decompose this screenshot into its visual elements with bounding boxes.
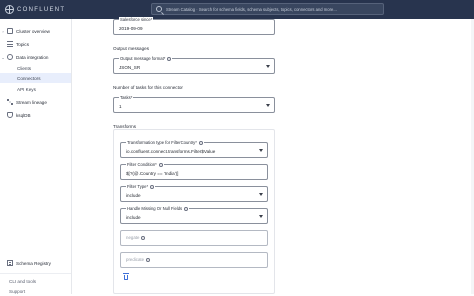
filter-condition-value: $[?(@.Country == 'India')]	[126, 171, 179, 176]
sidebar-item-label: Data integration	[16, 54, 49, 60]
sidebar-item-label: Support	[9, 288, 26, 294]
tasks-label: Tasks*	[119, 95, 134, 100]
output-format-label: Output message format*	[119, 56, 173, 61]
tasks-value: 1	[119, 104, 122, 109]
confluent-logo[interactable]: CONFLUENT	[5, 5, 65, 14]
negate-field[interactable]: negate	[120, 230, 268, 246]
search-input[interactable]: Stream Catalog · Search for schema field…	[151, 3, 384, 15]
help-icon[interactable]	[184, 206, 189, 211]
sidebar-item-ksqldb[interactable]: ksqlDB	[0, 110, 71, 120]
chevron-down-icon	[259, 215, 263, 218]
sidebar-item-cli-tools[interactable]: CLI and tools	[0, 276, 71, 286]
filter-type-label: Filter Type*	[126, 184, 156, 189]
transformation-type-select[interactable]: Transformation type for FilterCountry* i…	[120, 140, 268, 158]
sidebar-item-label: Cluster overview	[16, 28, 50, 34]
sidebar-item-label: Clients	[17, 65, 32, 71]
sidebar-item-connectors[interactable]: Connectors	[0, 73, 71, 83]
sidebar-item-support[interactable]: Support	[0, 286, 71, 296]
help-icon[interactable]	[158, 162, 163, 167]
trash-icon[interactable]	[123, 273, 129, 280]
sidebar-divider	[0, 273, 71, 274]
filter-condition-field[interactable]: Filter Condition* $[?(@.Country == 'Indi…	[120, 162, 268, 180]
sidebar-item-topics[interactable]: Topics	[0, 39, 71, 49]
lineage-icon	[7, 99, 13, 105]
ksqldb-icon	[7, 112, 13, 118]
search-placeholder: Stream Catalog · Search for schema field…	[166, 6, 337, 12]
transformation-type-value: io.confluent.connect.transforms.Filter$V…	[126, 149, 216, 154]
chevron-down-icon	[266, 65, 270, 68]
filter-type-value: include	[126, 193, 141, 198]
sidebar-item-clients[interactable]: Clients	[0, 63, 71, 73]
sidebar-item-label: API Keys	[17, 86, 36, 92]
sidebar-item-api-keys[interactable]: API Keys	[0, 84, 71, 94]
sidebar-item-label: ksqlDB	[16, 112, 31, 118]
search-icon	[156, 6, 162, 12]
sidebar-item-label: Schema Registry	[16, 260, 51, 266]
chevron-down-icon	[266, 104, 270, 107]
tasks-select[interactable]: Tasks* 1	[113, 95, 275, 113]
logo-text: CONFLUENT	[17, 6, 66, 13]
help-icon[interactable]	[198, 140, 203, 145]
sidebar-item-schema-registry[interactable]: Schema Registry	[0, 258, 71, 268]
handle-missing-value: include	[126, 215, 141, 220]
help-icon[interactable]	[167, 56, 172, 61]
filter-type-select[interactable]: Filter Type* include	[120, 184, 268, 202]
chevron-down-icon	[259, 193, 263, 196]
confluent-logo-icon	[5, 5, 14, 14]
handle-missing-label: Handle Missing Or Null Fields	[126, 206, 190, 211]
top-bar: CONFLUENT Stream Catalog · Search for sc…	[0, 0, 474, 19]
handle-missing-select[interactable]: Handle Missing Or Null Fields include	[120, 206, 268, 224]
output-messages-heading: Output messages	[113, 46, 150, 51]
output-format-select[interactable]: Output message format* JSON_SR	[113, 56, 275, 74]
salesforce-since-value: 2019-09-09	[119, 26, 143, 31]
help-icon[interactable]	[150, 184, 155, 189]
tasks-heading: Number of tasks for this connector	[113, 85, 183, 90]
schema-registry-icon	[7, 260, 13, 266]
sidebar-item-cluster-overview[interactable]: › Cluster overview	[0, 26, 71, 36]
sidebar-item-label: Stream lineage	[16, 99, 47, 105]
integration-icon	[7, 54, 13, 60]
negate-placeholder: negate	[126, 235, 146, 240]
transformation-type-label: Transformation type for FilterCountry*	[126, 140, 204, 145]
chevron-right-icon: ›	[2, 28, 4, 34]
salesforce-since-field[interactable]: Salesforce since* 2019-09-09	[113, 17, 275, 35]
sidebar: › Cluster overview Topics ⌄ Data integra…	[0, 19, 72, 294]
output-format-value: JSON_SR	[119, 65, 141, 70]
help-icon[interactable]	[146, 257, 151, 262]
help-icon[interactable]	[141, 235, 146, 240]
predicate-field[interactable]: predicate	[120, 252, 268, 268]
sidebar-item-label: Topics	[16, 41, 30, 47]
sidebar-item-stream-lineage[interactable]: Stream lineage	[0, 97, 71, 107]
topics-icon	[7, 41, 13, 47]
salesforce-since-label: Salesforce since*	[119, 17, 154, 22]
filter-condition-label: Filter Condition*	[126, 162, 164, 167]
chevron-down-icon	[259, 149, 263, 152]
sidebar-item-label: CLI and tools	[9, 278, 37, 284]
sidebar-item-data-integration[interactable]: ⌄ Data integration	[0, 52, 71, 62]
sidebar-item-label: Connectors	[17, 75, 41, 81]
predicate-placeholder: predicate	[126, 257, 151, 262]
cluster-icon	[7, 28, 13, 34]
chevron-down-icon: ⌄	[1, 54, 5, 60]
